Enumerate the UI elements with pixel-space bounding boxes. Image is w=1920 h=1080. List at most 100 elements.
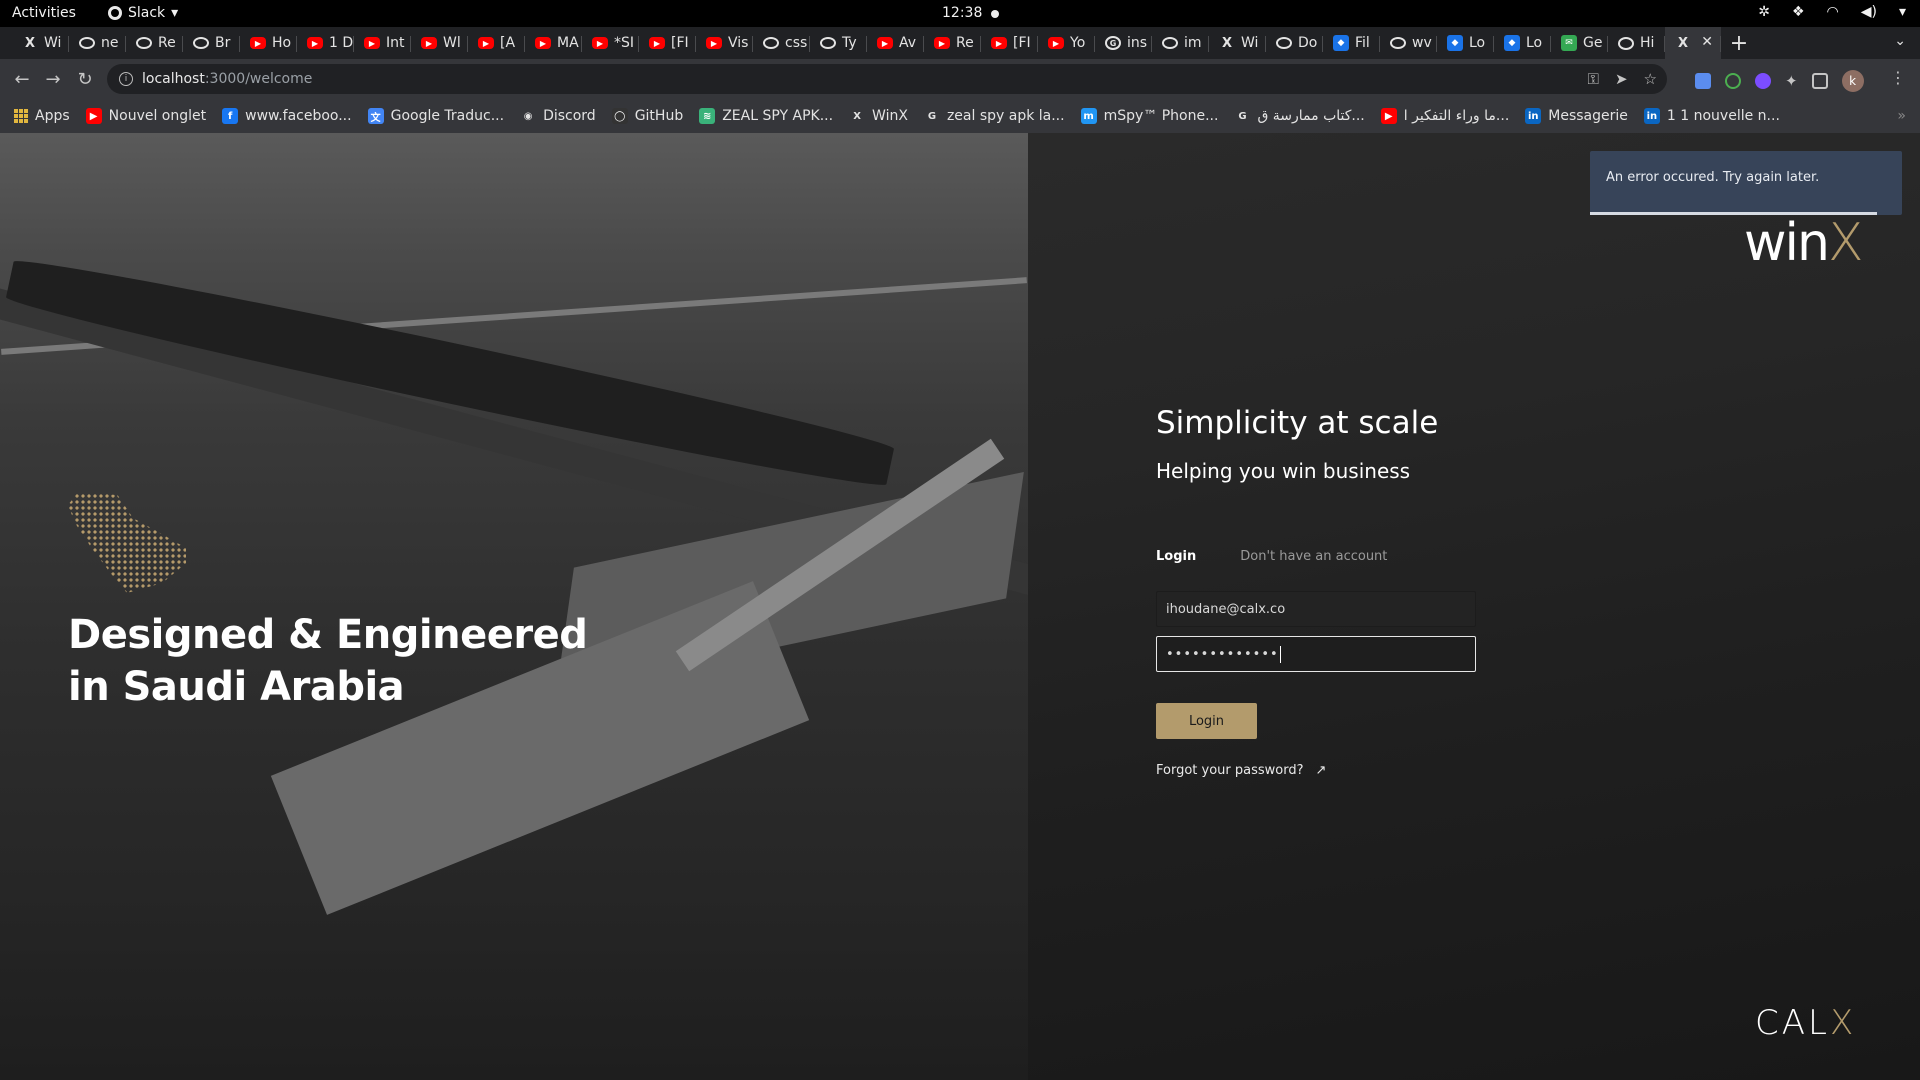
bookmark-item[interactable]: ▶ ما وراء التفكير ا...	[1373, 108, 1518, 124]
globe-icon: ◉	[523, 110, 533, 122]
winx-logo: winX	[1744, 213, 1864, 273]
bookmark-item[interactable]: f www.faceboo...	[214, 108, 359, 124]
browser-tab[interactable]: Ty	[810, 27, 867, 59]
tab-title: [A	[500, 35, 516, 51]
app-menu[interactable]: Slack ▾	[108, 5, 178, 21]
tab-title: Ge	[1583, 35, 1603, 51]
browser-tab[interactable]: ◆ Lo	[1494, 27, 1551, 59]
browser-tab[interactable]: ▶ [A	[468, 27, 525, 59]
url-text[interactable]: localhost:3000/welcome	[142, 71, 312, 87]
system-menu-chevron-icon[interactable]: ▾	[1899, 4, 1906, 20]
browser-tab[interactable]: Ⅹ ✕	[1665, 27, 1721, 59]
forgot-password-link[interactable]: Forgot your password? ↗	[1156, 763, 1326, 778]
gear-extension-icon[interactable]	[1755, 73, 1771, 89]
browser-tab[interactable]: Gins	[1095, 27, 1152, 59]
browser-tab[interactable]: ◆ Lo	[1437, 27, 1494, 59]
bookmark-item[interactable]: ▶ Nouvel onglet	[78, 108, 214, 124]
activities-button[interactable]: Activities	[12, 5, 76, 21]
bookmark-item[interactable]: m mSpy™ Phone...	[1073, 108, 1227, 124]
browser-tab[interactable]: Hi	[1608, 27, 1665, 59]
browser-tab[interactable]: ▶ [FI	[981, 27, 1038, 59]
system-tray[interactable]: ✲ ❖ ◠ ◀) ▾	[1758, 4, 1906, 20]
tab-signup[interactable]: Don't have an account	[1240, 549, 1387, 564]
browser-tab[interactable]: wv	[1380, 27, 1437, 59]
browser-tab[interactable]: ▶ Yo	[1038, 27, 1095, 59]
tab-login[interactable]: Login	[1156, 549, 1196, 564]
browser-tab[interactable]: Re	[126, 27, 183, 59]
browser-tab[interactable]: ▶ *SI	[582, 27, 639, 59]
email-field[interactable]: ihoudane@calx.co	[1156, 591, 1476, 627]
address-bar[interactable]: i localhost:3000/welcome ⚿ ➤ ☆	[107, 64, 1667, 94]
recording-indicator-icon	[991, 10, 999, 18]
side-panel-icon[interactable]	[1811, 73, 1828, 89]
puzzle-icon[interactable]: ✦	[1785, 72, 1798, 90]
bookmark-item[interactable]: ≋ ZEAL SPY APK...	[691, 108, 841, 124]
linkedin-icon: in	[1643, 108, 1660, 124]
youtube-icon: ▶	[421, 37, 437, 49]
browser-tab[interactable]: Ⅹ Wi	[1209, 27, 1266, 59]
browser-tab[interactable]: ne	[69, 27, 126, 59]
close-tab-icon[interactable]: ✕	[1701, 34, 1713, 50]
target-extension-icon[interactable]	[1725, 73, 1741, 89]
bookmark-item[interactable]: in Messagerie	[1517, 108, 1636, 124]
more-bookmarks-icon[interactable]: »	[1897, 108, 1906, 124]
browser-tab[interactable]: ▶ [FI	[639, 27, 696, 59]
browser-tab[interactable]: ✉ Ge	[1551, 27, 1608, 59]
browser-tab[interactable]: ▶ MA	[525, 27, 582, 59]
browser-tab[interactable]: ▶ Ho	[240, 27, 297, 59]
forward-icon[interactable]: →	[43, 69, 63, 90]
bookmark-item[interactable]: Ⅹ WinX	[841, 108, 916, 124]
tab-title: Re	[956, 35, 974, 51]
translate-extension-icon[interactable]	[1695, 73, 1711, 89]
wifi-icon[interactable]: ◠	[1827, 4, 1839, 20]
password-field[interactable]: •••••••••••••	[1156, 636, 1476, 672]
new-tab-button[interactable]: +	[1721, 31, 1757, 56]
reload-icon[interactable]: ↻	[75, 69, 95, 90]
browser-tab[interactable]: ◆ Fil	[1323, 27, 1380, 59]
browser-tab[interactable]: css	[753, 27, 810, 59]
browser-tab[interactable]: ▶ Int	[354, 27, 411, 59]
slack-tray-icon[interactable]: ✲	[1758, 4, 1770, 20]
tab-title: Wi	[44, 35, 62, 51]
browser-tab[interactable]: Ⅹ Wi	[12, 27, 69, 59]
back-icon[interactable]: ←	[12, 69, 32, 90]
bookmark-item[interactable]: G كتاب ممارسة ق...	[1226, 108, 1372, 124]
bookmark-label: ZEAL SPY APK...	[722, 108, 834, 124]
browser-tab[interactable]: ▶ 1 D	[297, 27, 354, 59]
bookmark-item[interactable]: Gzeal spy apk la...	[916, 108, 1073, 124]
tab-list: Ⅹ Wi ne Re Br ▶ Ho ▶ 1 D ▶ Int ▶ Wl ▶ [A ▶ MA ▶ *SI ▶ [FI ▶ Vi…	[12, 27, 1721, 59]
browser-menu-icon[interactable]: ⋮	[1890, 68, 1906, 87]
browser-tab[interactable]: Do	[1266, 27, 1323, 59]
bookmark-item[interactable]: ◯ GitHub	[604, 108, 692, 124]
error-toast[interactable]: An error occured. Try again later.	[1590, 151, 1902, 215]
globe-icon	[193, 37, 209, 49]
tab-title: 1 D	[329, 35, 354, 51]
bookmark-item[interactable]: in 1 1 nouvelle n...	[1636, 108, 1788, 124]
hero-image: Designed & Engineered in Saudi Arabia	[0, 133, 1045, 1080]
avatar[interactable]: k	[1841, 70, 1864, 92]
app-menu-label: Slack	[128, 5, 166, 21]
volume-icon[interactable]: ◀)	[1861, 4, 1877, 20]
clock[interactable]: 12:38	[942, 5, 982, 21]
bookmark-item[interactable]: Apps	[6, 108, 78, 124]
tab-search-icon[interactable]: ⌄	[1894, 33, 1906, 49]
browser-tab[interactable]: ▶ Re	[924, 27, 981, 59]
bookmark-item[interactable]: 文 Google Traduc...	[360, 108, 512, 124]
winx-icon: Ⅹ	[24, 35, 36, 51]
browser-tab[interactable]: ▶ Av	[867, 27, 924, 59]
bookmark-label: zeal spy apk la...	[946, 108, 1065, 124]
bookmark-star-icon[interactable]: ☆	[1644, 70, 1657, 88]
browser-tab[interactable]: Br	[183, 27, 240, 59]
site-info-icon[interactable]: i	[119, 72, 133, 86]
browser-tab[interactable]: ▶ Vis	[696, 27, 753, 59]
dropbox-tray-icon[interactable]: ❖	[1792, 4, 1805, 20]
browser-tab[interactable]: ▶ Wl	[411, 27, 468, 59]
youtube-icon: ▶	[1048, 37, 1064, 49]
bookmark-item[interactable]: ◉ Discord	[512, 108, 604, 124]
send-icon[interactable]: ➤	[1615, 70, 1628, 88]
key-icon[interactable]: ⚿	[1588, 70, 1599, 88]
github-icon: ◯	[611, 108, 628, 124]
login-button[interactable]: Login	[1156, 703, 1257, 739]
browser-tab[interactable]: im	[1152, 27, 1209, 59]
youtube-icon: ▶	[535, 37, 551, 49]
